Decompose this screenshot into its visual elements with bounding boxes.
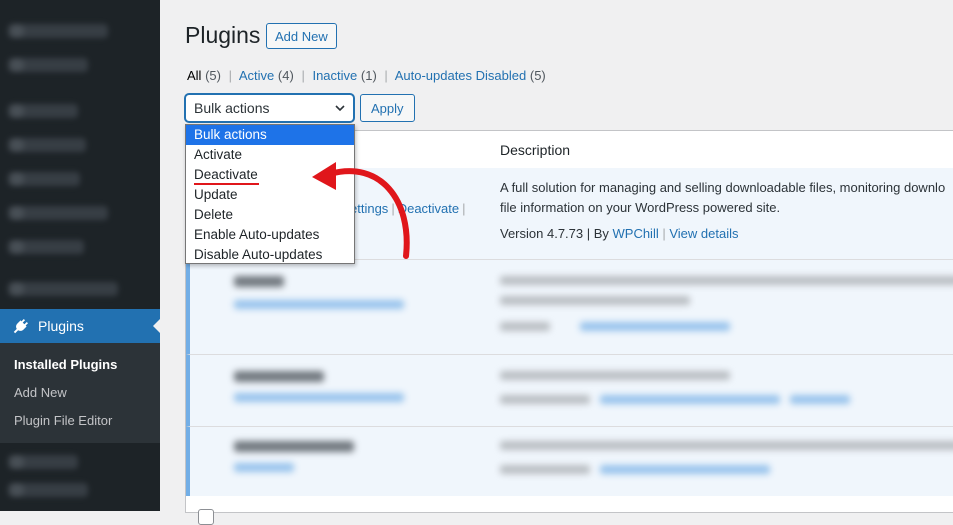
- status-filters: All (5) | Active (4) | Inactive (1) | Au…: [187, 68, 546, 83]
- sidebar-item-blurred[interactable]: [8, 240, 84, 254]
- view-details-link[interactable]: View details: [669, 226, 738, 241]
- active-notch: [153, 318, 161, 334]
- sidebar-lower: [0, 443, 160, 511]
- sidebar-item-blurred[interactable]: [8, 455, 78, 469]
- sidebar-item-blurred[interactable]: [8, 206, 108, 220]
- sidebar-item-blurred[interactable]: [8, 104, 78, 118]
- filter-auto-updates-disabled[interactable]: Auto-updates Disabled (5): [395, 68, 546, 83]
- sidebar-item-plugins[interactable]: Plugins: [0, 309, 161, 343]
- submenu-add-new[interactable]: Add New: [14, 385, 67, 400]
- author-link[interactable]: WPChill: [613, 226, 659, 241]
- sidebar-item-blurred[interactable]: [8, 483, 88, 497]
- add-new-button[interactable]: Add New: [266, 23, 337, 49]
- apply-button[interactable]: Apply: [360, 94, 415, 122]
- plugin-icon: [13, 318, 29, 334]
- plugin-meta: Version 4.7.73 | By WPChill | View detai…: [500, 226, 739, 241]
- column-header-description: Description: [500, 142, 571, 158]
- bulk-actions-select[interactable]: Bulk actions: [185, 94, 354, 122]
- submenu-plugin-file-editor[interactable]: Plugin File Editor: [14, 413, 112, 428]
- description-line: A full solution for managing and selling…: [500, 180, 946, 195]
- table-row: [186, 259, 953, 354]
- page-title: Plugins: [185, 22, 261, 48]
- filter-inactive[interactable]: Inactive (1): [312, 68, 376, 83]
- submenu-installed-plugins[interactable]: Installed Plugins: [14, 357, 117, 372]
- description-line: file information on your WordPress power…: [500, 200, 781, 215]
- deactivate-highlight-underline: [194, 183, 259, 185]
- admin-sidebar: Plugins Installed Plugins Add New Plugin…: [0, 0, 161, 511]
- table-row: [186, 426, 953, 496]
- sidebar-item-blurred[interactable]: [8, 24, 108, 38]
- red-arrow-annotation: [312, 162, 410, 259]
- plugins-submenu: Installed Plugins Add New Plugin File Ed…: [0, 343, 160, 443]
- sidebar-item-blurred[interactable]: [8, 138, 86, 152]
- bulk-actions-value: Bulk actions: [194, 100, 270, 116]
- sidebar-item-blurred[interactable]: [8, 282, 118, 296]
- sidebar-item-blurred[interactable]: [8, 58, 88, 72]
- filter-active[interactable]: Active (4): [239, 68, 294, 83]
- table-row: [186, 354, 953, 426]
- chevron-down-icon: [335, 105, 345, 112]
- sidebar-item-label: Plugins: [38, 318, 84, 334]
- select-all-checkbox[interactable]: [198, 509, 214, 525]
- sidebar-item-blurred[interactable]: [8, 172, 80, 186]
- plugin-description: A full solution for managing and selling…: [500, 178, 945, 244]
- filter-all[interactable]: All (5): [187, 68, 221, 83]
